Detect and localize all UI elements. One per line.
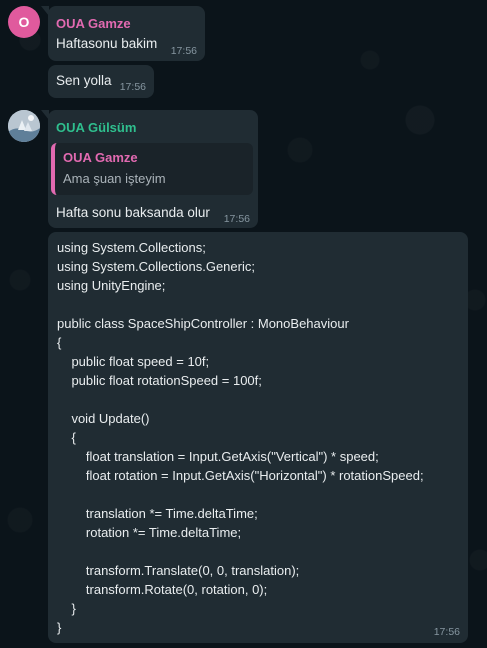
avatar-oua-gamze[interactable]: O [8, 6, 40, 38]
sender-name[interactable]: OUA Gamze [56, 16, 131, 32]
avatar-photo-icon [8, 110, 40, 142]
message-bubble-1[interactable]: OUA Gamze Haftasonu bakim 17:56 [41, 6, 205, 61]
message-bubble-code[interactable]: using System.Collections; using System.Co… [48, 232, 468, 643]
message-time: 17:56 [433, 626, 460, 638]
quoted-text: Ama şuan işteyim [63, 171, 166, 186]
code-line: rotation *= Time.deltaTime; [57, 525, 242, 540]
code-line: transform.Translate(0, 0, translation); [57, 563, 300, 578]
message-time: 17:56 [119, 81, 146, 93]
message-text: Sen yolla [56, 73, 112, 88]
code-line: public float rotationSpeed = 100f; [57, 373, 262, 388]
avatar-oua-gulsum[interactable] [8, 110, 40, 142]
code-line: using System.Collections.Generic; [57, 259, 255, 274]
message-text: Haftasonu bakim [56, 36, 158, 51]
code-line: using System.Collections; [57, 240, 206, 255]
code-line: public class SpaceShipController : MonoB… [57, 316, 349, 331]
code-line: using UnityEngine; [57, 278, 166, 293]
code-line: { [57, 430, 76, 445]
code-line: } [57, 620, 62, 635]
code-text: using System.Collections; using System.Co… [57, 238, 424, 637]
code-line: float rotation = Input.GetAxis("Horizont… [57, 468, 424, 483]
quoted-message[interactable]: OUA Gamze Ama şuan işteyim [51, 143, 253, 195]
message-time: 17:56 [170, 45, 197, 57]
message-time: 17:56 [223, 213, 250, 225]
code-line: float translation = Input.GetAxis("Verti… [57, 449, 379, 464]
sender-name[interactable]: OUA Gülsüm [56, 120, 136, 136]
message-bubble-2[interactable]: Sen yolla 17:56 [48, 65, 154, 98]
message-bubble-3[interactable]: OUA Gülsüm OUA Gamze Ama şuan işteyim Ha… [41, 110, 258, 228]
code-line: public float speed = 10f; [57, 354, 210, 369]
code-line: translation *= Time.deltaTime; [57, 506, 258, 521]
quoted-sender: OUA Gamze [63, 150, 138, 165]
chat-background: O OUA Gamze Haftasonu bakim 17:56 Sen yo… [0, 0, 487, 648]
code-line: } [57, 601, 76, 616]
code-line: transform.Rotate(0, rotation, 0); [57, 582, 268, 597]
code-line: { [57, 335, 62, 350]
avatar-letter: O [18, 14, 30, 30]
code-line: void Update() [57, 411, 150, 426]
message-text: Hafta sonu baksanda olur [56, 205, 210, 220]
